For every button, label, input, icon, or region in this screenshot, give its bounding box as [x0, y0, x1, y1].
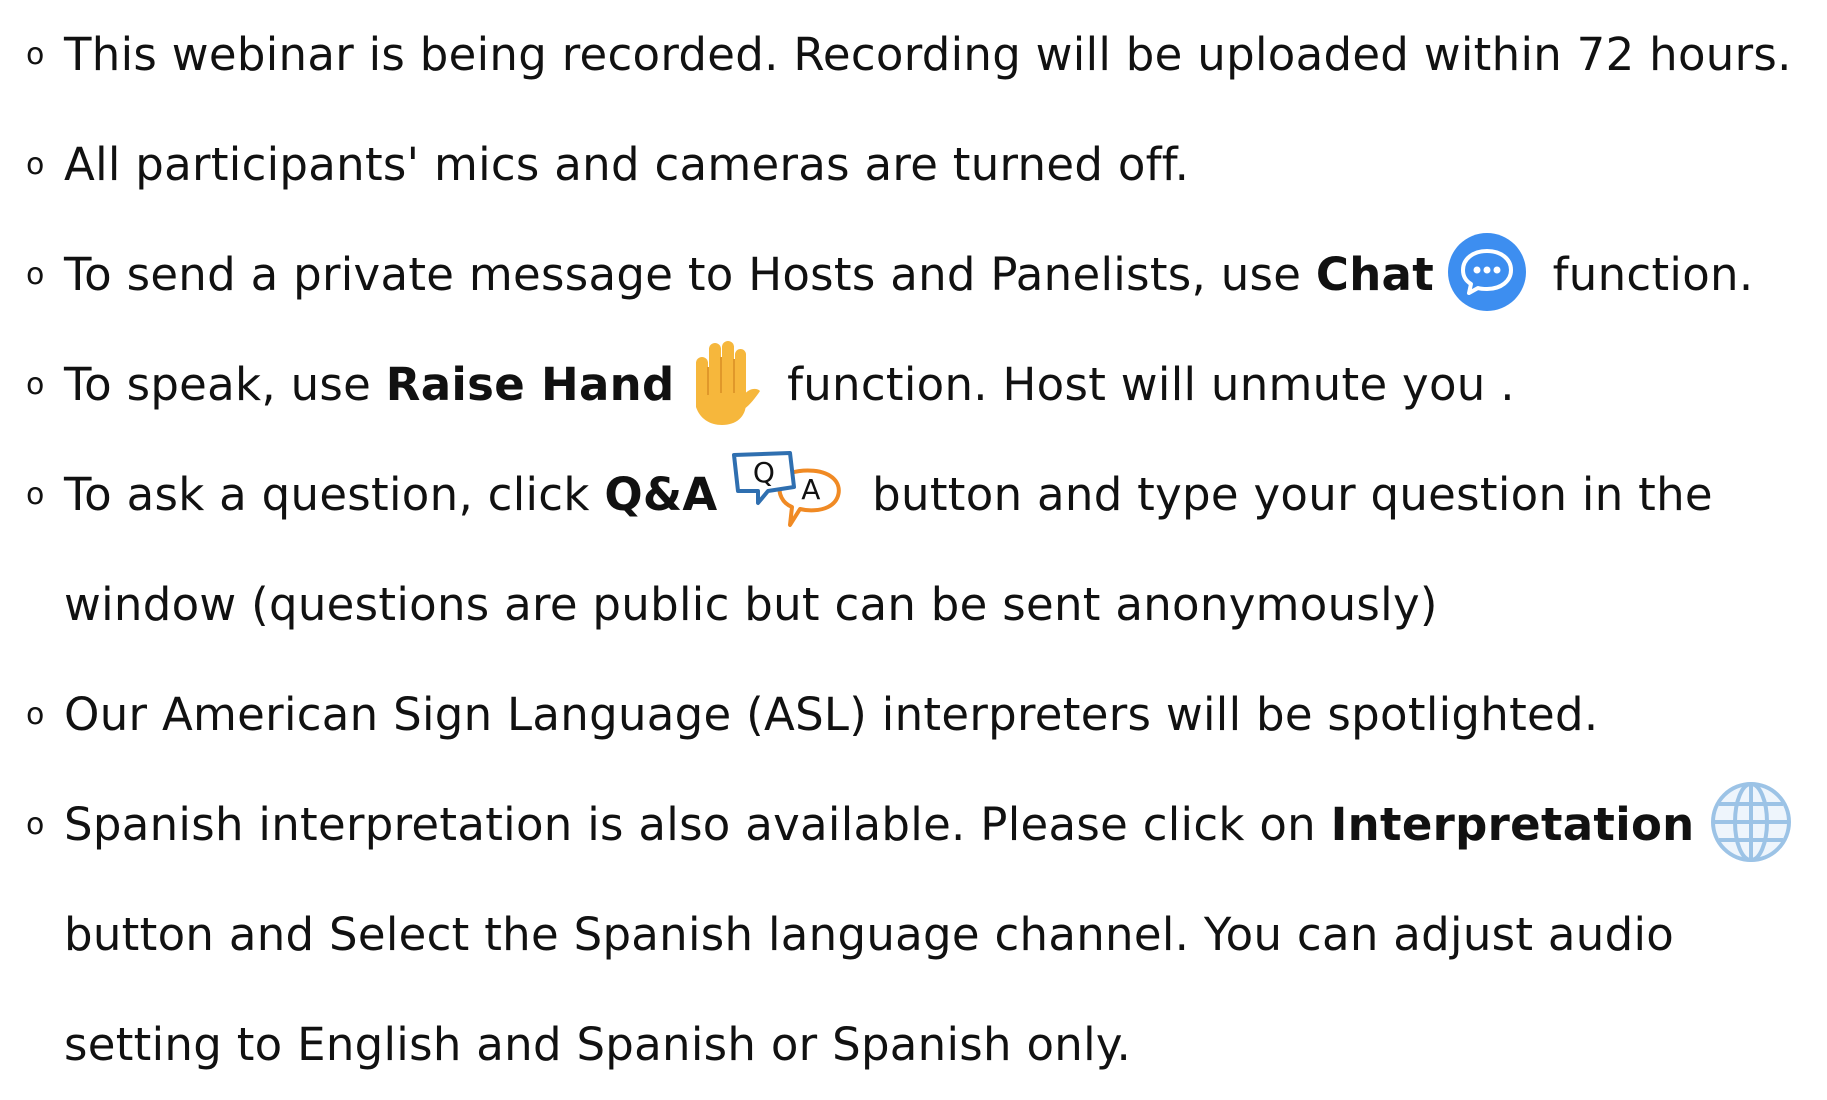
list-item-asl: o Our American Sign Language (ASL) inter…	[0, 660, 1827, 770]
qa-label: Q&A	[604, 468, 718, 521]
globe-icon	[1710, 782, 1791, 862]
bullet: o	[26, 37, 45, 72]
raised-hand-icon	[696, 341, 761, 425]
chat-bubble-icon	[1448, 233, 1527, 311]
chat-label: Chat	[1315, 248, 1435, 301]
raise-hand-text-before: To speak, use	[64, 358, 386, 411]
bullet: o	[26, 697, 45, 732]
interpretation-label: Interpretation	[1330, 798, 1695, 851]
list-item-qa: o To ask a question, click Q&A A Q butto…	[0, 440, 1827, 660]
list-item-chat: o To send a private message to Hosts and…	[0, 220, 1827, 330]
list-item-raise-hand: o To speak, use Raise Hand function. Hos…	[0, 330, 1827, 440]
list-item-interpretation: o Spanish interpretation is also availab…	[0, 770, 1827, 1100]
asl-text: Our American Sign Language (ASL) interpr…	[64, 688, 1599, 741]
chat-text-before: To send a private message to Hosts and P…	[64, 248, 1316, 301]
bullet: o	[26, 367, 45, 402]
qa-icon-letter-q: Q	[752, 456, 774, 489]
recording-text: This webinar is being recorded. Recordin…	[64, 28, 1792, 81]
raise-hand-text-after: function. Host will unmute you .	[772, 358, 1515, 411]
raise-hand-label: Raise Hand	[385, 358, 675, 411]
q-and-a-icon: A Q	[731, 451, 841, 527]
list-item-recording: o This webinar is being recorded. Record…	[0, 0, 1827, 110]
bullet: o	[26, 257, 45, 292]
interpretation-text-before: Spanish interpretation is also available…	[64, 798, 1331, 851]
chat-text-after: function.	[1538, 248, 1754, 301]
mics-text: All participants' mics and cameras are t…	[64, 138, 1190, 191]
bullet: o	[26, 807, 45, 842]
bullet: o	[26, 147, 45, 182]
instructions-list: o This webinar is being recorded. Record…	[0, 0, 1827, 1100]
bullet: o	[26, 477, 45, 512]
qa-icon-letter-a: A	[801, 473, 820, 506]
list-item-mics: o All participants' mics and cameras are…	[0, 110, 1827, 220]
interpretation-text-after: button and Select the Spanish language c…	[64, 908, 1675, 1071]
qa-text-before: To ask a question, click	[64, 468, 605, 521]
